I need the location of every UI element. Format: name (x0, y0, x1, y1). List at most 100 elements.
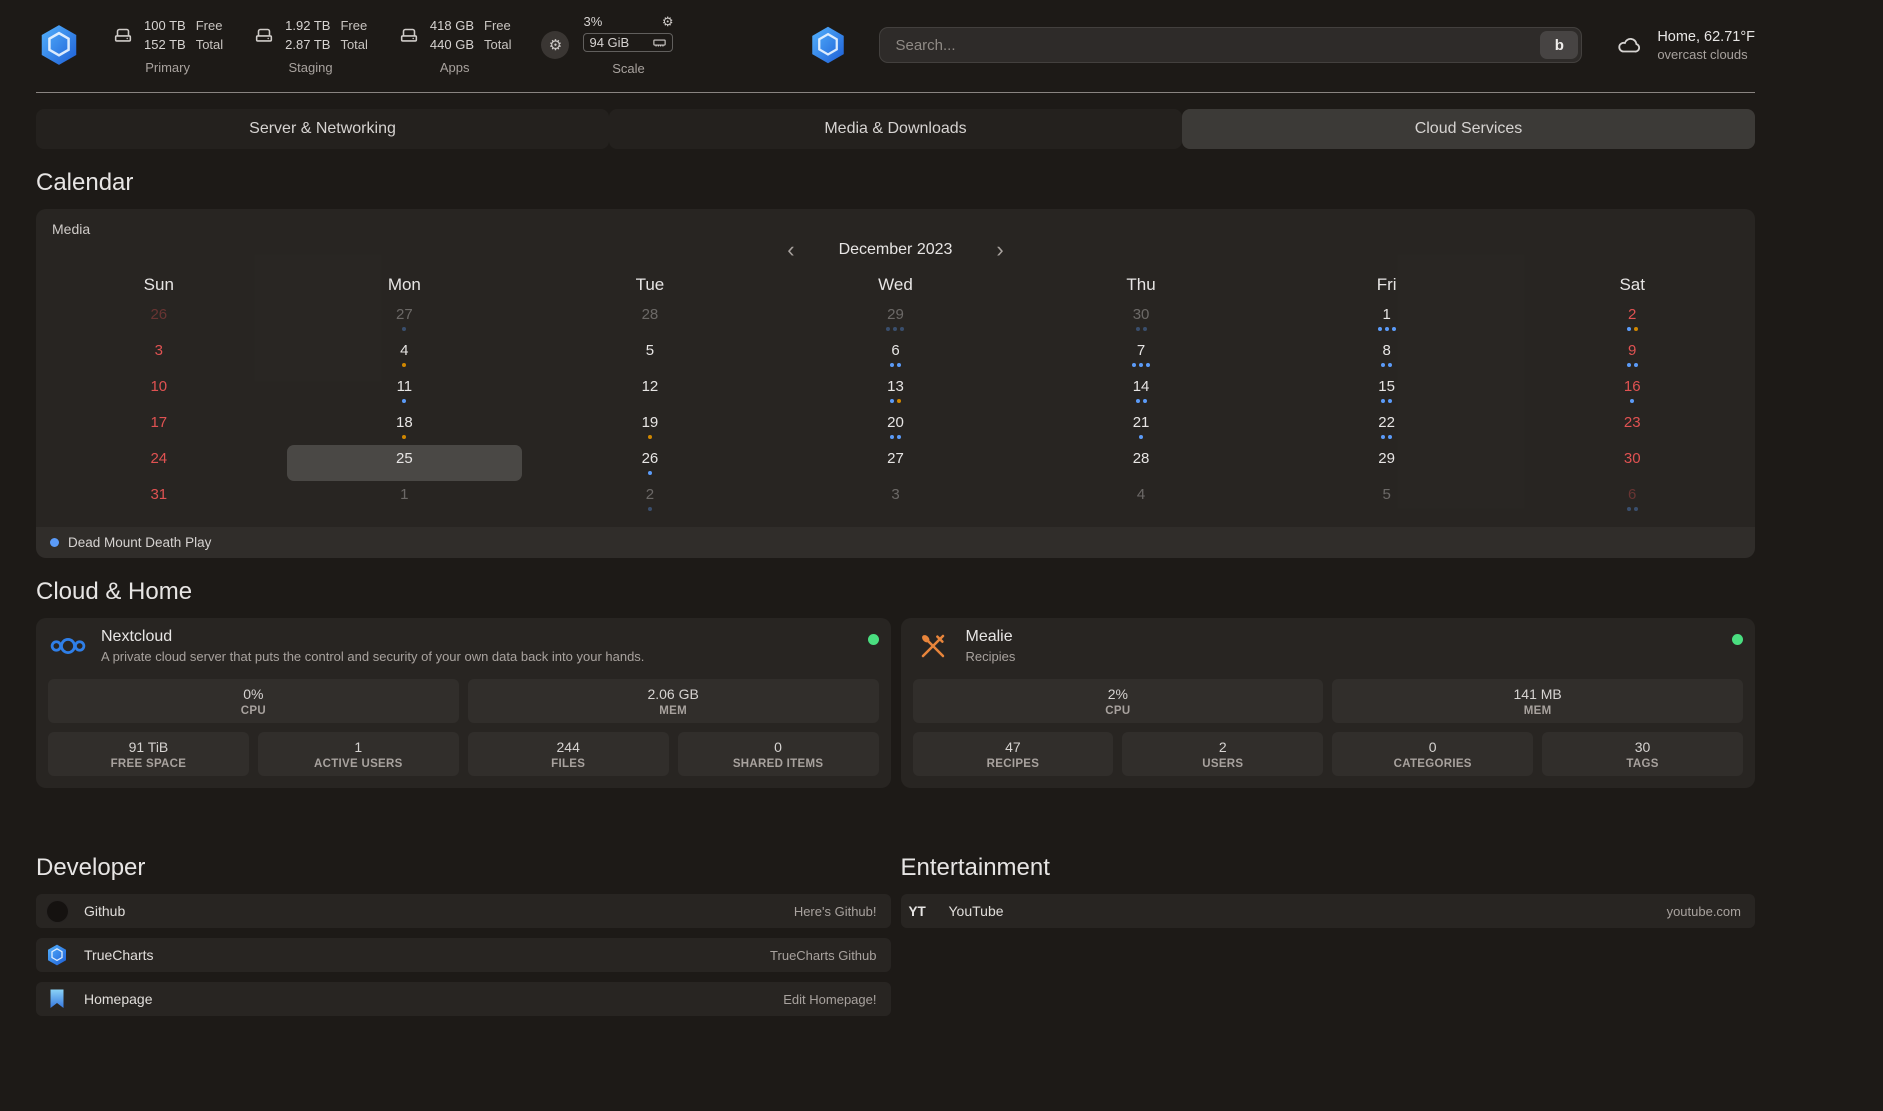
calendar-day[interactable]: 13 (778, 373, 1014, 409)
calendar-next-button[interactable]: › (990, 239, 1009, 261)
calendar-event-dots (402, 362, 406, 368)
calendar-day[interactable]: 27 (778, 445, 1014, 481)
stat-tags: 30 TAGS (1542, 732, 1743, 776)
calendar-day[interactable]: 6 (778, 337, 1014, 373)
github-icon (44, 898, 70, 924)
calendar-day[interactable]: 4 (287, 337, 523, 373)
storage-free-label: Free (340, 16, 367, 36)
calendar-event-dots (886, 326, 904, 332)
search-provider-button[interactable]: b (1540, 31, 1578, 59)
bookmark-youtube[interactable]: YT YouTube youtube.com (901, 894, 1756, 928)
page: 100 TB 152 TB Free Total Primary (36, 0, 1755, 1026)
calendar-month-title: December 2023 (839, 241, 953, 259)
calendar-prev-button[interactable]: ‹ (781, 239, 800, 261)
calendar-weekday: Fri (1264, 275, 1510, 295)
calendar-day[interactable]: 1 (1269, 301, 1505, 337)
tab-media-downloads[interactable]: Media & Downloads (609, 109, 1182, 149)
storage-total-value: 2.87 TB (285, 35, 330, 55)
tab-cloud-services[interactable]: Cloud Services (1182, 109, 1755, 149)
bookmark-flag-icon (44, 986, 70, 1012)
service-link-mealie[interactable]: Mealie Recipies (913, 628, 1744, 664)
stat-mem: 2.06 GB MEM (468, 679, 879, 723)
calendar-day[interactable]: 6 (1514, 481, 1750, 517)
calendar-day[interactable]: 11 (287, 373, 523, 409)
calendar-day[interactable]: 30 (1023, 301, 1259, 337)
calendar-day[interactable]: 15 (1269, 373, 1505, 409)
calendar-event-dots (648, 434, 652, 440)
calendar-event-dots (1630, 398, 1634, 404)
service-title: Mealie (966, 628, 1016, 646)
calendar-day[interactable]: 29 (778, 301, 1014, 337)
calendar-day[interactable]: 25 (287, 445, 523, 481)
calendar-weekday: Sun (36, 275, 282, 295)
calendar-day[interactable]: 9 (1514, 337, 1750, 373)
bookmark-homepage[interactable]: Homepage Edit Homepage! (36, 982, 891, 1016)
stat-free-space: 91 TiB FREE SPACE (48, 732, 249, 776)
calendar-event-dots (1627, 506, 1638, 512)
calendar-day[interactable]: 19 (532, 409, 768, 445)
calendar-weekday: Thu (1018, 275, 1264, 295)
bookmark-group-developer: Developer Github Here's Github! TrueChar… (36, 854, 891, 1026)
calendar-day[interactable]: 2 (532, 481, 768, 517)
service-stats-app: 91 TiB FREE SPACE 1 ACTIVE USERS 244 FIL… (48, 732, 879, 776)
calendar-weekday: Tue (527, 275, 773, 295)
bookmark-truecharts[interactable]: TrueCharts TrueCharts Github (36, 938, 891, 972)
calendar-day[interactable]: 10 (41, 373, 277, 409)
calendar-day[interactable]: 5 (532, 337, 768, 373)
calendar-day[interactable]: 18 (287, 409, 523, 445)
stat-active-users: 1 ACTIVE USERS (258, 732, 459, 776)
calendar-day[interactable]: 16 (1514, 373, 1750, 409)
calendar-day[interactable]: 30 (1514, 445, 1750, 481)
legend-label: Dead Mount Death Play (68, 535, 211, 550)
section-title-calendar: Calendar (36, 169, 1755, 197)
calendar-day[interactable]: 3 (41, 337, 277, 373)
calendar-day[interactable]: 14 (1023, 373, 1259, 409)
disk-icon (112, 24, 134, 46)
calendar-day[interactable]: 4 (1023, 481, 1259, 517)
storage-total-label: Total (484, 35, 511, 55)
calendar-day[interactable]: 5 (1269, 481, 1505, 517)
calendar-day[interactable]: 8 (1269, 337, 1505, 373)
calendar-event-dots (648, 506, 652, 512)
calendar-day[interactable]: 21 (1023, 409, 1259, 445)
service-status-dot (868, 634, 879, 645)
stat-cpu: 0% CPU (48, 679, 459, 723)
calendar-day[interactable]: 20 (778, 409, 1014, 445)
calendar-day[interactable]: 7 (1023, 337, 1259, 373)
calendar-weekday: Sat (1509, 275, 1755, 295)
calendar-day[interactable]: 29 (1269, 445, 1505, 481)
calendar-day[interactable]: 3 (778, 481, 1014, 517)
mem-value: 94 GiB (589, 35, 629, 50)
truecharts-icon (44, 942, 70, 968)
calendar-day[interactable]: 24 (41, 445, 277, 481)
calendar-grid: 2627282930123456789101112131415161718192… (36, 301, 1755, 517)
calendar-event-dots (1136, 326, 1147, 332)
calendar-day[interactable]: 12 (532, 373, 768, 409)
calendar-day[interactable]: 23 (1514, 409, 1750, 445)
calendar-event-dots (648, 470, 652, 476)
storage-free-value: 100 TB (144, 16, 186, 36)
search-input[interactable] (883, 37, 1540, 54)
service-title: Nextcloud (101, 628, 644, 646)
service-link-nextcloud[interactable]: Nextcloud A private cloud server that pu… (48, 628, 879, 664)
calendar-event-dots (1381, 362, 1392, 368)
calendar-day[interactable]: 1 (287, 481, 523, 517)
calendar-day[interactable]: 31 (41, 481, 277, 517)
calendar-day[interactable]: 27 (287, 301, 523, 337)
tab-server-networking[interactable]: Server & Networking (36, 109, 609, 149)
calendar-event-dots (1381, 398, 1392, 404)
calendar-day[interactable]: 22 (1269, 409, 1505, 445)
storage-free-label: Free (484, 16, 511, 36)
legend-dot (50, 538, 59, 547)
weather-condition: overcast clouds (1657, 47, 1755, 62)
calendar-day[interactable]: 26 (41, 301, 277, 337)
calendar-day[interactable]: 2 (1514, 301, 1750, 337)
calendar-day[interactable]: 28 (532, 301, 768, 337)
service-card-mealie: Mealie Recipies 2% CPU 141 MB MEM 47 RE (901, 618, 1756, 788)
calendar-event-dots (890, 398, 901, 404)
calendar-event-dots (1132, 362, 1150, 368)
calendar-day[interactable]: 17 (41, 409, 277, 445)
bookmark-github[interactable]: Github Here's Github! (36, 894, 891, 928)
calendar-day[interactable]: 26 (532, 445, 768, 481)
calendar-day[interactable]: 28 (1023, 445, 1259, 481)
